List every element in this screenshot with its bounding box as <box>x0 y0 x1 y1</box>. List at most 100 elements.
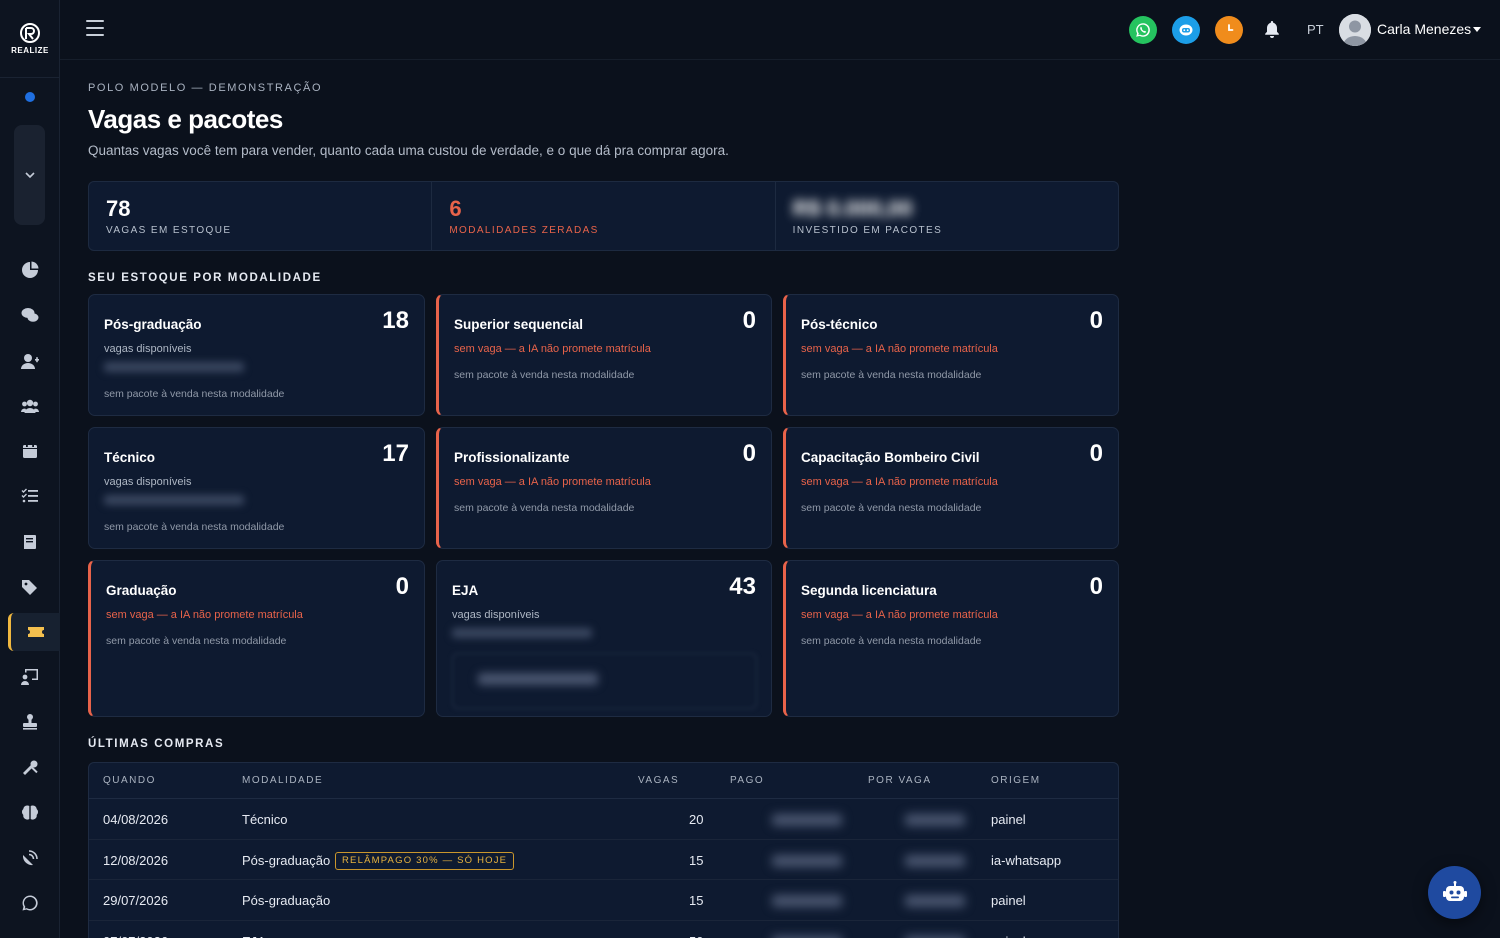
sidebar-collapse-toggle[interactable] <box>14 125 45 225</box>
modality-note: sem pacote à venda nesta modalidade <box>801 635 982 647</box>
assistant-fab-button[interactable] <box>1428 866 1481 919</box>
whatsapp-button[interactable] <box>1129 16 1157 44</box>
cell-per-seat-hidden <box>905 814 965 826</box>
modality-card[interactable]: EJA 43 vagas disponíveis <box>436 560 772 717</box>
book-icon <box>24 535 36 549</box>
hamburger-icon <box>86 20 104 22</box>
modality-count: 0 <box>1089 573 1103 600</box>
table-row[interactable]: 04/08/2026 Técnico 20 painel <box>89 799 1118 840</box>
col-vagas[interactable]: VAGAS <box>638 775 679 786</box>
modality-name: Profissionalizante <box>454 450 570 465</box>
cell-paid-hidden <box>772 814 842 826</box>
cell-vagas: 15 <box>689 852 704 868</box>
modality-note: sem pacote à venda nesta modalidade <box>106 635 287 647</box>
sidebar-item-tags[interactable] <box>0 568 60 606</box>
whatsapp-icon <box>22 895 38 911</box>
modality-card[interactable]: Técnico 17 vagas disponíveis sem pacote à v… <box>88 427 425 549</box>
modality-status: sem vaga — a IA não promete matrícula <box>454 343 651 355</box>
avatar[interactable] <box>1339 14 1371 46</box>
modality-status: vagas disponíveis <box>104 343 192 355</box>
col-por-vaga[interactable]: POR VAGA <box>868 775 932 786</box>
sidebar-item-add-user[interactable] <box>0 342 60 380</box>
cell-origin: painel <box>991 812 1026 827</box>
sidebar-item-conversations[interactable] <box>0 296 60 334</box>
bell-icon[interactable] <box>1263 20 1281 38</box>
satellite-dish-icon <box>22 850 38 866</box>
blurred-detail <box>452 628 592 638</box>
modality-card[interactable]: Segunda licenciatura 0 sem vaga — a IA não… <box>783 560 1119 717</box>
sidebar-item-approvals[interactable] <box>0 703 60 741</box>
robot-chat-icon <box>1179 24 1193 36</box>
sidebar-item-whatsapp[interactable] <box>0 884 60 922</box>
user-name[interactable]: Carla Menezes <box>1377 21 1471 37</box>
col-pago[interactable]: PAGO <box>730 775 764 786</box>
sidebar-item-users[interactable] <box>0 387 60 425</box>
modality-count: 0 <box>742 440 756 467</box>
modality-card[interactable]: Pós-graduação 18 vagas disponíveis sem paco… <box>88 294 425 416</box>
logo[interactable]: REALIZE <box>0 0 60 78</box>
sidebar-item-vacancies[interactable] <box>8 613 60 651</box>
sidebar-item-presentation[interactable] <box>0 658 60 696</box>
sidebar-item-dashboard[interactable] <box>0 251 60 289</box>
cell-vagas: 15 <box>689 893 704 908</box>
modality-count: 0 <box>1089 440 1103 467</box>
modality-count: 0 <box>742 307 756 334</box>
caret-down-icon[interactable] <box>1473 27 1481 32</box>
user-plus-icon <box>21 354 39 369</box>
calendar-icon <box>23 443 37 458</box>
robot-icon <box>1442 880 1467 901</box>
cell-date: 07/07/2026 <box>103 934 168 938</box>
col-origem[interactable]: ORIGEM <box>991 775 1041 786</box>
col-modalidade[interactable]: MODALIDADE <box>242 775 323 786</box>
modality-card[interactable]: Profissionalizante 0 sem vaga — a IA não p… <box>436 427 772 549</box>
modality-card[interactable]: Capacitação Bombeiro Civil 0 sem vaga — a … <box>783 427 1119 549</box>
modality-note: sem pacote à venda nesta modalidade <box>454 369 635 381</box>
page-title: Vagas e pacotes <box>88 104 283 134</box>
whatsapp-icon <box>1136 23 1150 37</box>
purchases-table: QUANDO MODALIDADE VAGAS PAGO POR VAGA OR… <box>88 762 1119 938</box>
modality-status: vagas disponíveis <box>104 476 192 488</box>
topbar: PT Carla Menezes <box>60 0 1500 60</box>
modality-name: Pós-técnico <box>801 317 878 332</box>
modality-card[interactable]: Graduação 0 sem vaga — a IA não promete ma… <box>88 560 425 717</box>
cell-vagas: 20 <box>689 812 704 827</box>
status-dot <box>25 92 35 102</box>
chalkboard-user-icon <box>21 669 38 685</box>
sidebar-item-courses[interactable] <box>0 523 60 561</box>
stat-stock: 78 VAGAS EM ESTOQUE <box>89 182 433 250</box>
sidebar-item-tasks[interactable] <box>0 477 60 515</box>
modality-card[interactable]: Pós-técnico 0 sem vaga — a IA não promete … <box>783 294 1119 416</box>
modality-note: sem pacote à venda nesta modalidade <box>104 388 285 400</box>
sidebar-item-integrations[interactable] <box>0 839 60 877</box>
chatbot-button[interactable] <box>1172 16 1200 44</box>
ticket-icon <box>27 627 44 637</box>
modality-count: 18 <box>382 307 409 334</box>
pie-chart-icon <box>22 261 39 278</box>
blurred-package-offer[interactable] <box>452 653 757 709</box>
list-check-icon <box>21 488 38 503</box>
cell-per-seat-hidden <box>905 895 965 907</box>
table-body: 04/08/2026 Técnico 20 painel 12/08/2026 Pós-g… <box>89 799 1118 938</box>
menu-toggle-button[interactable] <box>86 20 104 36</box>
page-eyebrow: POLO MODELO — DEMONSTRAÇÃO <box>88 82 323 94</box>
cell-modality: Pós-graduação <box>242 852 331 868</box>
chat-bubbles-icon <box>21 308 39 322</box>
cell-paid-hidden <box>772 854 842 867</box>
col-quando[interactable]: QUANDO <box>103 775 156 786</box>
language-selector[interactable]: PT <box>1307 22 1324 37</box>
modality-card[interactable]: Superior sequencial 0 sem vaga — a IA não … <box>436 294 772 416</box>
history-button[interactable] <box>1215 16 1243 44</box>
stat-zeroed: 6 MODALIDADES ZERADAS <box>432 182 776 250</box>
tags-icon <box>22 580 37 595</box>
sidebar-item-ai[interactable] <box>0 794 60 832</box>
stat-value: 78 <box>106 196 131 221</box>
modality-name: Segunda licenciatura <box>801 583 937 598</box>
stat-label: VAGAS EM ESTOQUE <box>106 225 232 236</box>
table-row[interactable]: 12/08/2026 Pós-graduação RELÂMPAGO 30% — S… <box>89 840 1118 880</box>
table-row[interactable]: 07/07/2026 EJA 50 painel <box>89 921 1118 938</box>
modality-status: sem vaga — a IA não promete matrícula <box>801 476 998 488</box>
modality-count: 17 <box>382 440 409 467</box>
sidebar-item-calendar[interactable] <box>0 432 60 470</box>
table-row[interactable]: 29/07/2026 Pós-graduação 15 painel <box>89 880 1118 921</box>
sidebar-item-settings[interactable] <box>0 749 60 787</box>
